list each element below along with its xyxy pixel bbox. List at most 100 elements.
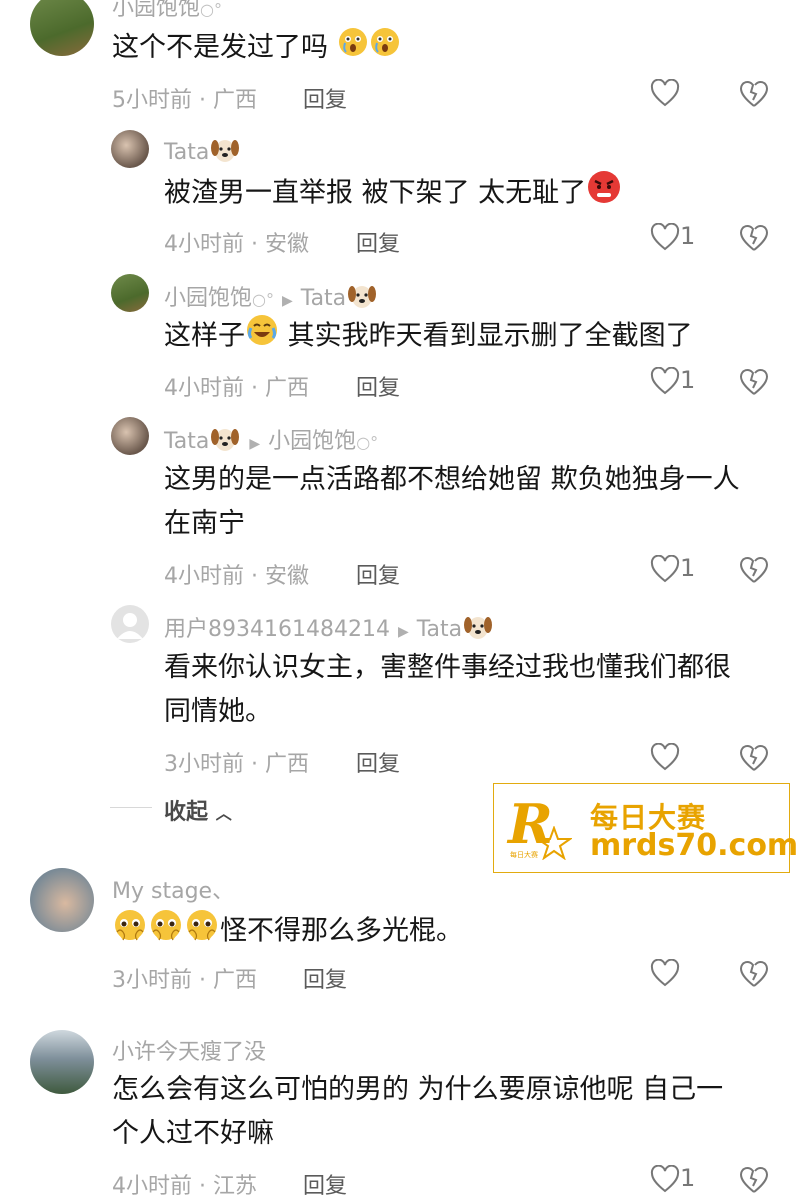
like-count: 1	[680, 554, 696, 582]
reply-button[interactable]: 回复	[356, 746, 400, 778]
crying-face-icon	[370, 27, 400, 71]
pleading-face-icon	[185, 908, 219, 956]
like-button[interactable]: 1	[650, 554, 695, 583]
comment-time: 5小时前 · 广西	[112, 88, 257, 113]
comment-time: 4小时前 · 安徽	[164, 232, 309, 257]
comment-text-span: 怪不得那么多光棍。	[220, 915, 463, 947]
avatar[interactable]	[30, 1030, 94, 1094]
dog-face-icon	[210, 136, 240, 170]
like-button[interactable]: 1	[650, 222, 695, 251]
like-count: 1	[680, 222, 696, 250]
reply-button[interactable]: 回复	[303, 1168, 347, 1200]
reply-button[interactable]: 回复	[356, 558, 400, 590]
comment-username[interactable]: Tata	[164, 136, 241, 170]
like-button[interactable]: 1	[650, 366, 695, 395]
reply-button[interactable]: 回复	[303, 82, 347, 114]
watermark-small-text: 每日大赛	[510, 851, 538, 859]
username-text: Tata	[164, 140, 210, 165]
reply-button[interactable]: 回复	[356, 226, 400, 258]
comment-time: 4小时前 · 广西	[164, 376, 309, 401]
chevron-up-icon: ︿	[215, 804, 232, 823]
pleading-face-icon	[149, 908, 183, 956]
dislike-button[interactable]	[738, 224, 770, 256]
avatar[interactable]	[30, 868, 94, 932]
reply-arrow-icon: ▶	[249, 436, 261, 452]
dislike-button[interactable]	[738, 1166, 770, 1198]
reply-button[interactable]: 回复	[356, 370, 400, 402]
dislike-button[interactable]	[738, 556, 770, 588]
collapse-divider	[110, 807, 152, 808]
broken-heart-icon	[739, 368, 769, 395]
comment-text-line: 这男的是一点活路都不想给她留 欺负她独身一人	[164, 464, 740, 495]
reply-button[interactable]: 回复	[303, 962, 347, 994]
like-button[interactable]: 1	[650, 1164, 695, 1193]
broken-heart-icon	[739, 960, 769, 987]
dislike-button[interactable]	[738, 744, 770, 776]
reply-to-name: Tata	[416, 617, 463, 642]
reply-to-name: Tata	[300, 286, 347, 311]
dog-face-icon	[210, 425, 240, 459]
broken-heart-icon	[739, 80, 769, 107]
comment-username[interactable]: 小许今天瘦了没	[112, 1034, 266, 1066]
dislike-button[interactable]	[738, 960, 770, 992]
heart-icon	[650, 1164, 680, 1193]
username-text: 用户8934161484214	[164, 617, 390, 642]
comment-text-span: 这样子	[164, 320, 245, 352]
comment-text-line: 看来你认识女主，害整件事经过我也懂我们都很	[164, 652, 731, 683]
heart-icon	[650, 554, 680, 583]
comment-text-span: 其实我昨天看到显示删了全截图了	[287, 320, 693, 352]
bubble-icon: ○°	[356, 433, 379, 452]
reply-to-name: 小园饱饱	[268, 429, 357, 454]
like-button[interactable]	[650, 958, 680, 987]
comment-username[interactable]: 小园饱饱○° ▶ Tata	[164, 280, 378, 316]
heart-icon	[650, 222, 680, 251]
comment-text-span: 被渣男一直举报 被下架了 太无耻了	[164, 177, 587, 209]
comment-text-line: 同情她。	[164, 696, 272, 727]
comment-time: 3小时前 · 广西	[112, 968, 257, 993]
heart-icon	[650, 78, 680, 107]
dog-face-icon	[463, 613, 493, 647]
crying-face-icon	[338, 27, 368, 71]
watermark-url: mrds70.com	[590, 828, 799, 863]
like-count: 1	[680, 366, 696, 394]
comment-text: 怪不得那么多光棍。	[112, 908, 463, 956]
broken-heart-icon	[739, 556, 769, 583]
comment-text: 怎么会有这么可怕的男的 为什么要原谅他呢 自己一 个人过不好嘛	[112, 1068, 723, 1156]
comment-text: 这男的是一点活路都不想给她留 欺负她独身一人 在南宁	[164, 458, 740, 546]
dislike-button[interactable]	[738, 80, 770, 112]
like-button[interactable]	[650, 742, 680, 771]
comment-username[interactable]: Tata ▶ 小园饱饱○°	[164, 423, 378, 459]
comment-text: 这个不是发过了吗	[112, 26, 401, 71]
comment-username[interactable]: My stage、	[112, 873, 234, 905]
avatar[interactable]	[111, 605, 149, 643]
heart-icon	[650, 366, 680, 395]
star-icon	[536, 826, 572, 860]
dislike-button[interactable]	[738, 368, 770, 400]
broken-heart-icon	[739, 1166, 769, 1193]
collapse-label: 收起	[164, 800, 209, 825]
dog-face-icon	[347, 282, 377, 316]
broken-heart-icon	[739, 744, 769, 771]
comment-text-line: 个人过不好嘛	[112, 1118, 274, 1149]
comment-text: 被渣男一直举报 被下架了 太无耻了	[164, 170, 622, 218]
comment-text-line: 在南宁	[164, 508, 245, 539]
avatar[interactable]	[111, 130, 149, 168]
comment-time: 4小时前 · 江苏	[112, 1174, 257, 1199]
collapse-replies-button[interactable]: 收起 ︿	[164, 794, 232, 826]
bubble-icon: ○°	[200, 0, 222, 19]
broken-heart-icon	[739, 224, 769, 251]
comment-text: 这样子 其实我昨天看到显示删了全截图了	[164, 314, 693, 360]
comment-username[interactable]: 用户8934161484214 ▶ Tata	[164, 611, 494, 647]
comment-text-line: 怎么会有这么可怕的男的 为什么要原谅他呢 自己一	[112, 1074, 724, 1105]
username-text: 小园饱饱	[112, 0, 201, 21]
default-user-icon	[117, 613, 143, 639]
like-button[interactable]	[650, 78, 680, 107]
comment-username[interactable]: 小园饱饱○°	[112, 0, 222, 22]
comment-text-span: 这个不是发过了吗	[112, 32, 328, 63]
angry-face-icon	[587, 170, 621, 218]
avatar[interactable]	[111, 417, 149, 455]
username-text: Tata	[164, 429, 210, 454]
avatar[interactable]	[30, 0, 94, 56]
avatar[interactable]	[111, 274, 149, 312]
reply-arrow-icon: ▶	[281, 293, 293, 309]
